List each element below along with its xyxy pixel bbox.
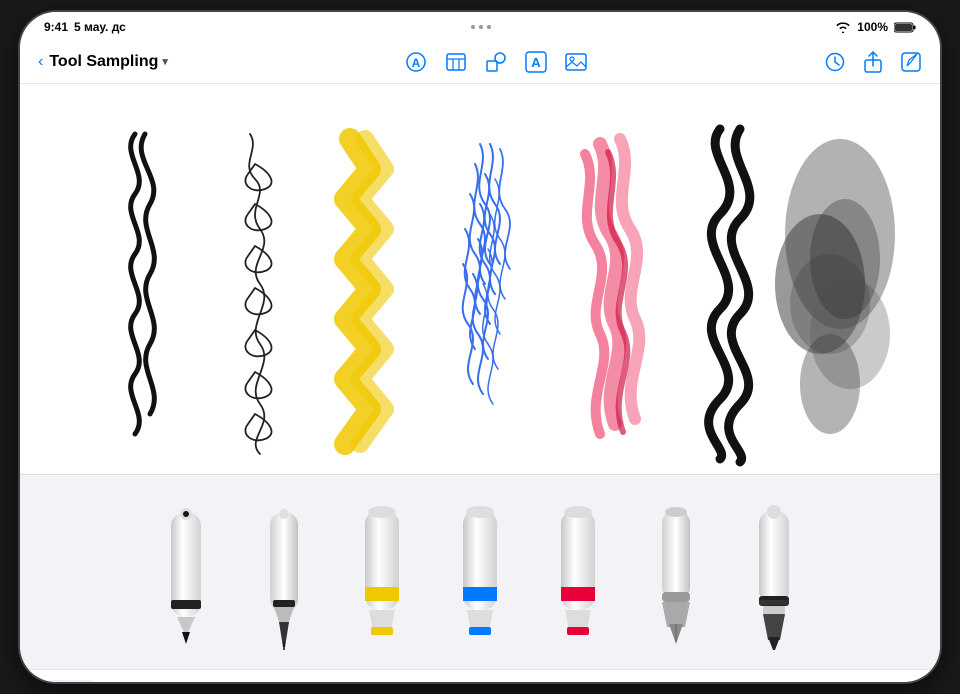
fullscreen-icon[interactable] <box>896 682 916 683</box>
toolbar-right <box>824 51 922 73</box>
back-button[interactable]: ‹ <box>38 53 43 71</box>
history-icon[interactable] <box>824 51 846 73</box>
zoom-badge[interactable]: 150% <box>44 680 97 682</box>
drawing-svg <box>20 84 940 474</box>
status-left: 9:41 5 мау. дс <box>44 20 126 34</box>
brush-tool[interactable] <box>734 492 814 652</box>
bottom-bar: 150% <box>20 669 940 682</box>
time-display: 9:41 <box>44 20 68 34</box>
ipad-device: 9:41 5 мау. дс 100% <box>20 12 940 682</box>
svg-text:A: A <box>412 56 421 70</box>
dot3 <box>487 25 491 29</box>
annotation-icon[interactable]: A <box>405 51 427 73</box>
dot1 <box>471 25 475 29</box>
shapes-icon[interactable] <box>485 51 507 73</box>
status-right: 100% <box>835 20 916 34</box>
battery-label: 100% <box>857 20 888 34</box>
date-display: 5 мау. дс <box>74 20 126 34</box>
status-center <box>471 25 491 29</box>
edit-icon[interactable] <box>900 51 922 73</box>
collaborate-icon[interactable] <box>860 682 882 683</box>
document-title: Tool Sampling ▾ <box>49 53 168 71</box>
marker-yellow-tool[interactable] <box>342 492 422 652</box>
back-chevron: ‹ <box>38 53 43 71</box>
title-text: Tool Sampling <box>49 53 158 71</box>
svg-text:A: A <box>531 55 541 70</box>
table-icon[interactable] <box>445 51 467 73</box>
battery-icon <box>894 22 916 33</box>
pencil-tool[interactable] <box>146 492 226 652</box>
wifi-icon <box>835 21 851 33</box>
toolbar: ‹ Tool Sampling ▾ A <box>20 40 940 84</box>
tools-panel <box>20 474 940 669</box>
pen-tool[interactable] <box>244 492 324 652</box>
status-bar: 9:41 5 мау. дс 100% <box>20 12 940 40</box>
fountain-pen-tool[interactable] <box>636 492 716 652</box>
share-icon[interactable] <box>862 51 884 73</box>
toolbar-left: ‹ Tool Sampling ▾ <box>38 53 168 71</box>
bottom-right-icons <box>860 682 916 683</box>
marker-red-tool[interactable] <box>538 492 618 652</box>
dot2 <box>479 25 483 29</box>
drawing-canvas <box>20 84 940 474</box>
toolbar-center: A <box>405 51 587 73</box>
title-chevron[interactable]: ▾ <box>162 55 168 68</box>
image-icon[interactable] <box>565 51 587 73</box>
text-icon[interactable]: A <box>525 51 547 73</box>
canvas-area <box>20 84 940 474</box>
marker-blue-tool[interactable] <box>440 492 520 652</box>
